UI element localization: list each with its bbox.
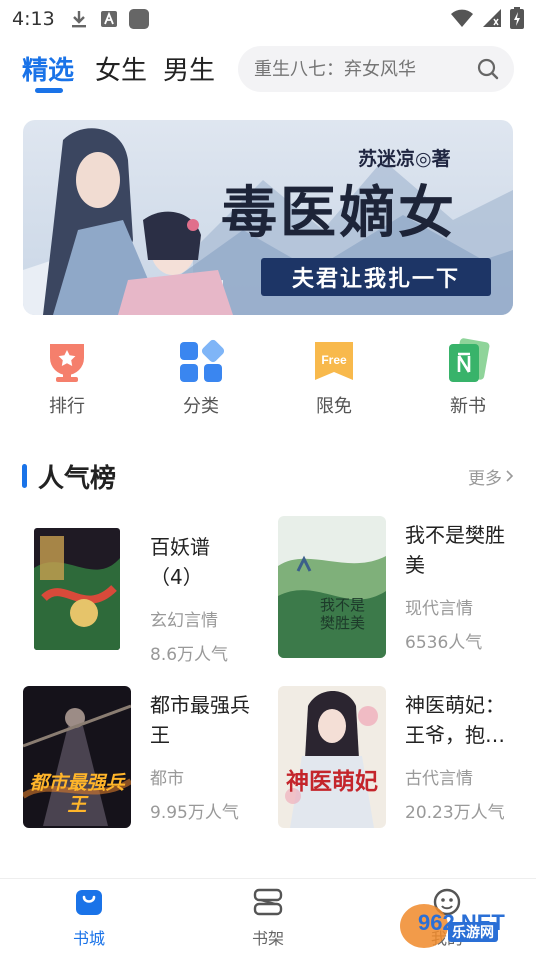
featured-banner[interactable]: 苏迷凉◎著 毒医嫡女 夫君让我扎一下 <box>23 120 513 315</box>
book-title: 都市最强兵王 <box>150 693 250 747</box>
search-bar[interactable] <box>238 46 514 92</box>
battery-charging-icon <box>510 7 524 33</box>
popular-section-header: 人气榜 更多 <box>0 456 536 496</box>
book-title: 神医萌妃：王爷，抱… <box>405 693 505 747</box>
quick-nav-label: 新书 <box>450 396 486 417</box>
status-notification-icons <box>69 9 149 29</box>
chevron-right-icon <box>506 467 514 487</box>
category-grid-icon <box>178 338 225 384</box>
banner-author: 苏迷凉◎著 <box>358 148 451 170</box>
book-popularity: 8.6万人气 <box>150 645 229 665</box>
book-genre: 古代言情 <box>405 769 473 789</box>
new-book-icon <box>445 338 491 384</box>
quick-nav-label: 分类 <box>183 396 219 417</box>
more-link[interactable]: 更多 <box>468 464 514 489</box>
banner-subtitle: 夫君让我扎一下 <box>291 266 460 292</box>
nav-label: 书架 <box>251 929 284 948</box>
status-time: 4:13 <box>12 8 55 30</box>
tab-female[interactable]: 女生 <box>95 50 147 87</box>
banner-subtitle-box: 夫君让我扎一下 <box>261 258 491 296</box>
nav-bookshelf[interactable]: 书架 <box>223 887 313 949</box>
book-cover[interactable]: 我不是樊胜美 <box>278 516 386 658</box>
quick-nav-category[interactable]: 分类 <box>161 338 241 418</box>
signal-icon <box>482 8 502 32</box>
book-info: 神医萌妃：王爷，抱… 古代言情 20.23万人气 <box>405 690 523 823</box>
trophy-icon <box>44 338 90 384</box>
more-label: 更多 <box>468 469 502 489</box>
section-title: 人气榜 <box>38 464 117 494</box>
active-tab-indicator <box>35 88 63 93</box>
svg-text:Free: Free <box>321 353 347 367</box>
cover-title: 神医萌妃 <box>286 768 378 795</box>
free-tag-icon: Free <box>311 338 357 384</box>
book-cover-art <box>34 528 120 650</box>
site-watermark: 962.NET 乐游网 <box>398 892 534 952</box>
book-info: 百妖谱 （4） 玄幻言情 8.6万人气 <box>150 532 268 665</box>
book-cover[interactable]: 神医萌妃 <box>278 686 386 828</box>
book-cover[interactable] <box>34 528 120 650</box>
quick-nav-label: 限免 <box>316 396 352 417</box>
book-genre: 现代言情 <box>405 599 473 619</box>
cover-title: 都市最强兵王 <box>29 772 125 816</box>
search-icon[interactable] <box>476 57 500 81</box>
book-info: 都市最强兵王 都市 9.95万人气 <box>150 690 268 823</box>
book-card[interactable]: 我不是樊胜美 我不是樊胜美 现代言情 6536人气 <box>278 516 518 666</box>
status-system-icons <box>450 7 524 33</box>
wifi-icon <box>450 8 474 32</box>
book-cover[interactable]: 都市最强兵王 <box>23 686 131 828</box>
book-popularity: 9.95万人气 <box>150 803 239 823</box>
book-card[interactable]: 神医萌妃 神医萌妃：王爷，抱… 古代言情 20.23万人气 <box>278 686 518 836</box>
bookstore-bag-icon <box>74 887 104 921</box>
quick-nav-label: 排行 <box>49 396 85 417</box>
cover-title: 我不是樊胜美 <box>320 596 366 632</box>
book-card[interactable]: 百妖谱 （4） 玄幻言情 8.6万人气 <box>30 528 270 678</box>
section-accent-bar <box>22 464 27 488</box>
banner-title: 毒医嫡女 <box>221 180 457 246</box>
book-title: 我不是樊胜美 <box>405 523 505 577</box>
book-info: 我不是樊胜美 现代言情 6536人气 <box>405 520 523 653</box>
quick-nav-ranking[interactable]: 排行 <box>27 338 107 418</box>
book-card[interactable]: 都市最强兵王 都市最强兵王 都市 9.95万人气 <box>23 686 263 836</box>
quick-nav-free[interactable]: Free 限免 <box>294 338 374 418</box>
book-cover-art <box>278 686 386 828</box>
book-popularity: 20.23万人气 <box>405 803 505 823</box>
nav-label: 书城 <box>72 929 105 948</box>
watermark-subtitle: 乐游网 <box>448 922 498 942</box>
bookshelf-icon <box>252 887 284 921</box>
status-bar: 4:13 <box>0 0 536 38</box>
app-square-icon <box>128 9 149 29</box>
top-header: 精选 女生 男生 <box>0 44 536 104</box>
book-genre: 都市 <box>150 769 184 789</box>
quick-nav-new[interactable]: 新书 <box>428 338 508 418</box>
book-genre: 玄幻言情 <box>150 611 218 631</box>
quick-nav: 排行 分类 Free 限免 新书 <box>0 338 536 428</box>
tab-male[interactable]: 男生 <box>163 50 215 87</box>
nav-bookstore[interactable]: 书城 <box>44 887 134 949</box>
tab-featured[interactable]: 精选 <box>22 50 74 87</box>
download-icon <box>69 9 89 29</box>
search-input[interactable] <box>254 58 464 80</box>
book-cover-art <box>278 516 386 658</box>
book-popularity: 6536人气 <box>405 633 483 653</box>
a-icon <box>99 9 119 29</box>
book-title: 百妖谱 （4） <box>150 535 210 589</box>
